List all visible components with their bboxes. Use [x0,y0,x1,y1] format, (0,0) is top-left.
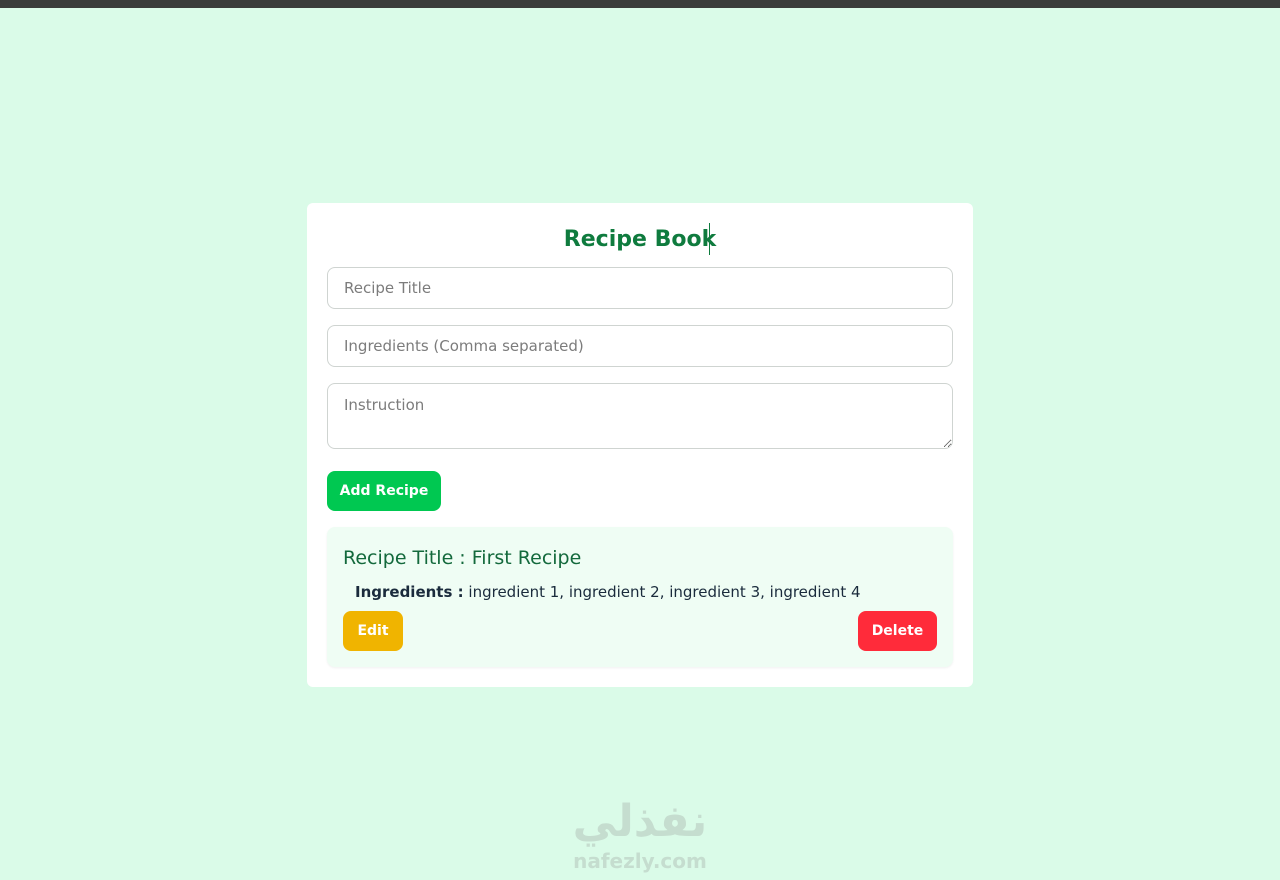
watermark-latin: nafezly.com [573,849,707,873]
ingredients-input[interactable] [327,325,953,367]
page-title: Recipe Book [563,227,717,252]
recipe-title-input[interactable] [327,267,953,309]
recipe-ingredients: Ingredients : ingredient 1, ingredient 2… [355,581,861,603]
instruction-textarea[interactable] [327,383,953,449]
ingredients-label: Ingredients : [355,583,464,601]
edit-recipe-button[interactable]: Edit [343,611,403,651]
ingredients-value: ingredient 1, ingredient 2, ingredient 3… [468,583,861,601]
add-recipe-button[interactable]: Add Recipe [327,471,441,511]
text-cursor [709,223,710,255]
watermark-logo: نفذلي nafezly.com [540,796,740,874]
delete-recipe-button[interactable]: Delete [858,611,937,651]
browser-top-bar [0,0,1280,8]
watermark-arabic: نفذلي [572,796,708,847]
recipe-heading: Recipe Title : First Recipe [343,547,582,569]
